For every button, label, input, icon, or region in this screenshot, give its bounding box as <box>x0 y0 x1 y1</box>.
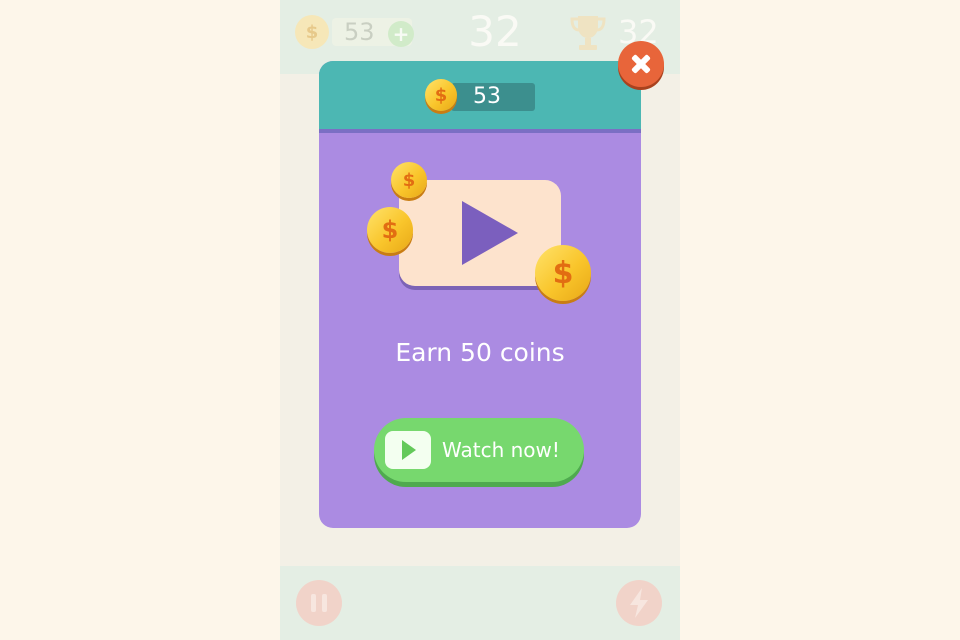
pause-icon-bar <box>322 594 327 612</box>
lightning-icon <box>630 588 648 618</box>
reward-description: Earn 50 coins <box>395 338 565 367</box>
current-score: 32 <box>468 7 522 56</box>
coin-balance: 53 <box>473 84 501 109</box>
reward-video-dialog: 53 $ $ $ $ Earn 50 coins Watch now! <box>319 61 641 528</box>
play-icon <box>385 431 431 469</box>
watch-now-button[interactable]: Watch now! <box>374 418 584 482</box>
coin-balance-badge: 53 <box>451 83 535 111</box>
power-button[interactable] <box>616 580 662 626</box>
hud-coin-icon: $ <box>295 15 329 49</box>
coin-icon: $ <box>425 79 457 111</box>
close-button[interactable] <box>618 41 664 87</box>
dialog-header: 53 $ <box>319 61 641 133</box>
bottom-hud <box>280 566 680 640</box>
coin-icon: $ <box>367 207 413 253</box>
pause-button[interactable] <box>296 580 342 626</box>
coin-icon: $ <box>391 162 427 198</box>
coin-icon: $ <box>535 245 591 301</box>
watch-now-label: Watch now! <box>442 438 560 462</box>
trophy-icon <box>570 16 606 50</box>
add-coins-button[interactable]: + <box>388 21 414 47</box>
play-icon <box>462 201 518 265</box>
pause-icon <box>311 594 316 612</box>
